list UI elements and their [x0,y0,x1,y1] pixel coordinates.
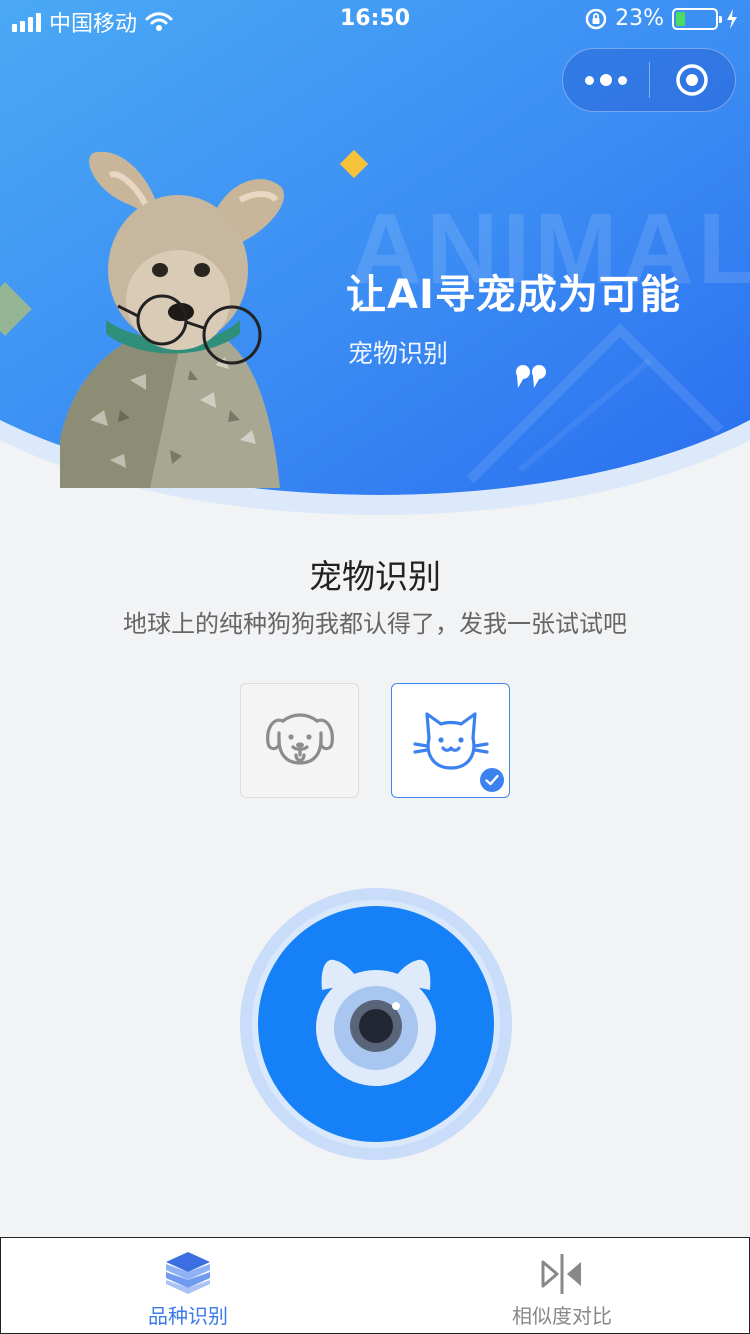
hero-subtitle: 宠物识别 [348,339,449,368]
miniprogram-capsule [562,48,736,112]
dog-option-button[interactable] [240,683,359,798]
section-title: 宠物识别 [309,557,441,596]
dog-icon [265,712,334,765]
battery-icon [672,7,722,30]
compare-icon [541,1254,581,1294]
tab-similarity-compare[interactable]: 相似度对比 [375,1238,749,1333]
tab-label: 相似度对比 [512,1304,612,1328]
cat-option-button[interactable] [391,683,510,798]
tab-breed-recognition[interactable]: 品种识别 [1,1238,375,1333]
target-close-icon [676,64,708,96]
hero-title: 让AI寻宠成为可能 [346,272,681,318]
cat-icon [412,711,489,770]
more-dots-icon [584,75,594,85]
hero-banner: ANIMAL 让AI寻宠成为可能 宠物识别 中国移动 16:50 23% [0,0,750,520]
camera-icon [240,888,512,1160]
tab-label: 品种识别 [148,1304,228,1328]
status-bar: 中国移动 16:50 23% [0,0,750,40]
pet-recognition-page: ANIMAL 让AI寻宠成为可能 宠物识别 中国移动 16:50 23% 宠物识… [0,0,750,1334]
charging-icon [727,8,737,29]
battery-percent: 23% [615,6,664,31]
layers-icon [166,1252,210,1294]
selected-check-icon [480,768,504,792]
bottom-tab-bar: 品种识别 相似度对比 [0,1237,750,1334]
more-button[interactable] [563,48,649,112]
rotation-lock-icon [585,8,607,29]
camera-capture-button[interactable] [240,888,512,1160]
close-miniprogram-button[interactable] [650,48,736,112]
section-description: 地球上的纯种狗狗我都认得了，发我一张试试吧 [123,610,627,638]
